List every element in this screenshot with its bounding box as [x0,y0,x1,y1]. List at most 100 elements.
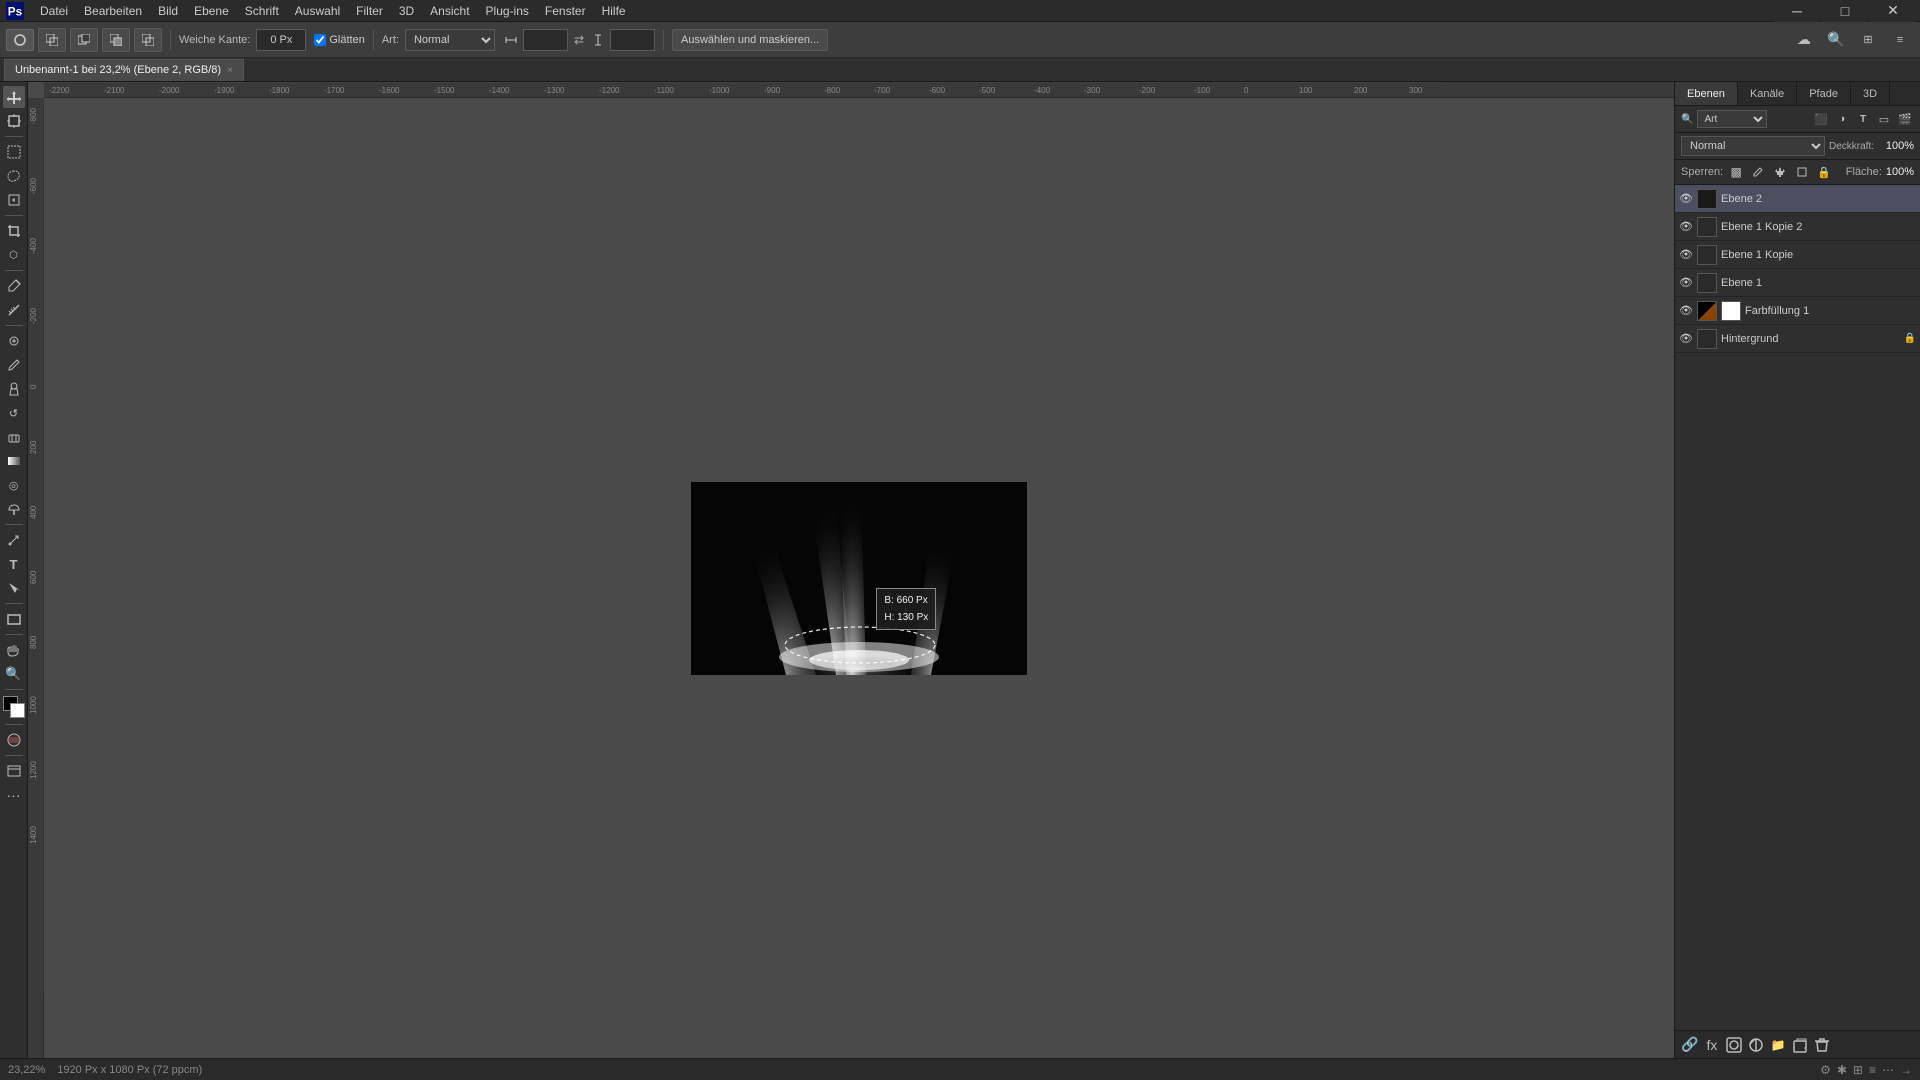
layer-filter-shape[interactable]: ▭ [1875,110,1893,128]
history-brush-tool[interactable]: ↺ [3,402,25,424]
window-minimize[interactable]: ─ [1774,0,1820,22]
blur-tool[interactable]: ◎ [3,474,25,496]
canvas-viewport[interactable]: B: 660 Px H: 130 Px [44,98,1674,1058]
layer-item[interactable]: 👁 Hintergrund 🔒 [1675,325,1920,353]
status-bar-icon-5[interactable]: ⋯ [1882,1063,1894,1077]
eyedropper-tool[interactable] [3,275,25,297]
menu-filter[interactable]: Filter [348,2,391,20]
ruler-measure-tool[interactable] [3,299,25,321]
layer-type-dropdown[interactable]: Art [1697,110,1767,128]
add-adjustment-btn[interactable] [1747,1036,1765,1054]
create-group-btn[interactable]: 📁 [1769,1036,1787,1054]
spot-heal-tool[interactable] [3,330,25,352]
menu-hilfe[interactable]: Hilfe [594,2,634,20]
new-layer-btn[interactable] [1791,1036,1809,1054]
menu-plugins[interactable]: Plug-ins [478,2,537,20]
layout-btn[interactable]: ⊞ [1854,29,1882,51]
menu-ansicht[interactable]: Ansicht [422,2,477,20]
perspective-crop-tool[interactable]: ⬡ [3,244,25,266]
layer-item[interactable]: 👁 Farbfüllung 1 [1675,297,1920,325]
object-select-tool[interactable] [3,189,25,211]
add-mode-icon[interactable] [38,28,66,52]
width-input[interactable] [523,29,568,51]
swap-icon[interactable]: ⇄ [572,33,586,47]
layer-visibility-toggle[interactable]: 👁 [1679,220,1693,234]
art-dropdown[interactable]: Normal Fixiert Proportional [405,29,495,51]
layer-item[interactable]: 👁 Ebene 1 Kopie [1675,241,1920,269]
crop-tool[interactable] [3,220,25,242]
status-bar-icon-6[interactable]: → [1900,1063,1912,1077]
weiche-kante-input[interactable] [256,29,306,51]
dodge-tool[interactable] [3,498,25,520]
rectangle-select-tool[interactable] [3,141,25,163]
stamp-tool[interactable] [3,378,25,400]
foreground-color[interactable] [3,696,25,718]
delete-layer-btn[interactable] [1813,1036,1831,1054]
screen-mode-btn[interactable] [3,760,25,782]
cloud-icon[interactable]: ☁ [1790,29,1818,51]
panel-tab-kanaele[interactable]: Kanäle [1738,82,1797,105]
height-input[interactable] [610,29,655,51]
window-maximize[interactable]: □ [1822,0,1868,22]
status-bar-icon-2[interactable]: ✱ [1837,1063,1847,1077]
layer-item[interactable]: 👁 Ebene 2 [1675,185,1920,213]
layer-visibility-toggle[interactable]: 👁 [1679,332,1693,346]
hand-tool[interactable] [3,639,25,661]
add-mask-btn[interactable] [1725,1036,1743,1054]
document-tab[interactable]: Unbenannt-1 bei 23,2% (Ebene 2, RGB/8) × [4,59,244,81]
menu-fenster[interactable]: Fenster [537,2,594,20]
settings-btn[interactable]: ≡ [1886,29,1914,51]
rectangle-shape-tool[interactable] [3,608,25,630]
select-and-mask-button[interactable]: Auswählen und maskieren... [672,29,828,51]
layer-filter-text[interactable]: T [1854,110,1872,128]
exclude-mode-icon[interactable] [134,28,162,52]
ellipse-tool-icon[interactable] [6,29,34,51]
panel-tab-pfade[interactable]: Pfade [1797,82,1851,105]
artboard-tool[interactable] [3,110,25,132]
menu-datei[interactable]: Datei [32,2,76,20]
intersect-mode-icon[interactable] [102,28,130,52]
panel-tab-3d[interactable]: 3D [1851,82,1890,105]
status-bar-icon-3[interactable]: ⊞ [1853,1063,1863,1077]
brush-tool[interactable] [3,354,25,376]
menu-bearbeiten[interactable]: Bearbeiten [76,2,150,20]
layer-visibility-toggle[interactable]: 👁 [1679,248,1693,262]
layer-visibility-toggle[interactable]: 👁 [1679,192,1693,206]
menu-ebene[interactable]: Ebene [186,2,237,20]
move-tool[interactable] [3,86,25,108]
lock-move-btn[interactable] [1771,163,1789,181]
path-select-tool[interactable] [3,577,25,599]
layer-item[interactable]: 👁 Ebene 1 Kopie 2 [1675,213,1920,241]
layer-filter-adjust[interactable]: ◑ [1833,110,1851,128]
pen-tool[interactable] [3,529,25,551]
menu-auswahl[interactable]: Auswahl [287,2,348,20]
lock-all-btn[interactable]: 🔒 [1815,163,1833,181]
tab-close-btn[interactable]: × [227,65,233,76]
lasso-tool[interactable] [3,165,25,187]
menu-3d[interactable]: 3D [391,2,422,20]
window-close[interactable]: ✕ [1870,0,1916,22]
menu-bild[interactable]: Bild [150,2,186,20]
search-icon[interactable]: 🔍 [1822,29,1850,51]
status-bar-icon-4[interactable]: ≡ [1869,1063,1876,1077]
lock-transparency-btn[interactable]: ▩ [1727,163,1745,181]
layer-visibility-toggle[interactable]: 👁 [1679,304,1693,318]
lock-brush-btn[interactable] [1749,163,1767,181]
menu-schrift[interactable]: Schrift [237,2,287,20]
layer-filter-pixel[interactable]: ⬛ [1812,110,1830,128]
layer-filter-smart[interactable]: 🎬 [1896,110,1914,128]
blend-mode-dropdown[interactable]: Normal Multiplizieren Abblenden Aufhelle… [1681,136,1825,156]
subtract-mode-icon[interactable] [70,28,98,52]
more-tools-btn[interactable]: ··· [3,784,25,806]
glaetten-checkbox[interactable]: Glätten [314,34,364,46]
zoom-tool[interactable]: 🔍 [3,663,25,685]
panel-tab-ebenen[interactable]: Ebenen [1675,82,1738,105]
eraser-tool[interactable] [3,426,25,448]
add-style-btn[interactable]: fx [1703,1036,1721,1054]
text-tool[interactable]: T [3,553,25,575]
layer-visibility-toggle[interactable]: 👁 [1679,276,1693,290]
link-layers-btn[interactable]: 🔗 [1681,1036,1699,1054]
lock-artboard-btn[interactable] [1793,163,1811,181]
status-bar-icon-1[interactable]: ⚙ [1820,1063,1831,1077]
quick-mask-btn[interactable] [3,729,25,751]
